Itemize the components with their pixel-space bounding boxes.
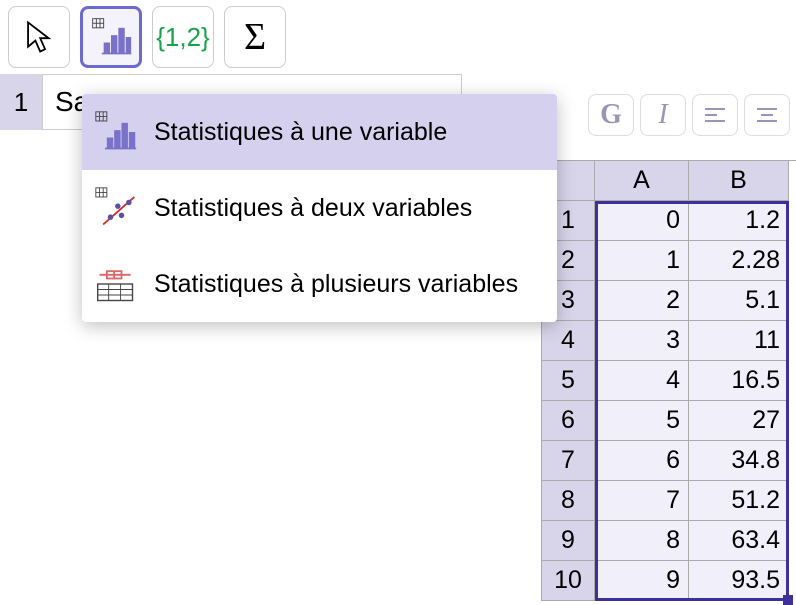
col-header-b[interactable]: B: [689, 161, 789, 201]
table-row: 6 5 27: [542, 401, 796, 441]
format-bar: G I: [588, 94, 796, 136]
table-row: 9 8 63.4: [542, 521, 796, 561]
table-row: 2 1 2.28: [542, 241, 796, 281]
table-row: 3 2 5.1: [542, 281, 796, 321]
cell[interactable]: 0: [595, 201, 689, 241]
cell[interactable]: 27: [689, 401, 789, 441]
curly-braces-icon: {1,2}: [156, 22, 210, 53]
menu-item-multi-variables[interactable]: Statistiques à plusieurs variables: [82, 246, 557, 322]
stats-dropdown: Statistiques à une variable Statistiques…: [82, 94, 557, 322]
cell[interactable]: 2: [595, 281, 689, 321]
row-index: 1: [0, 74, 42, 130]
menu-item-label: Statistiques à plusieurs variables: [154, 270, 518, 299]
table-row: 10 9 93.5: [542, 561, 796, 601]
row-header[interactable]: 4: [542, 321, 595, 361]
cell[interactable]: 3: [595, 321, 689, 361]
menu-item-two-variables[interactable]: Statistiques à deux variables: [82, 170, 557, 246]
align-left-icon: [703, 105, 727, 125]
menu-item-label: Statistiques à deux variables: [154, 194, 472, 223]
cell[interactable]: 1: [595, 241, 689, 281]
cell[interactable]: 51.2: [689, 481, 789, 521]
cell[interactable]: 63.4: [689, 521, 789, 561]
table-row: 1 0 1.2: [542, 201, 796, 241]
multi-variables-icon: [92, 260, 140, 308]
row-header[interactable]: 5: [542, 361, 595, 401]
col-header-a[interactable]: A: [595, 161, 689, 201]
row-header[interactable]: 9: [542, 521, 595, 561]
one-variable-icon: [92, 108, 140, 156]
row-header[interactable]: 10: [542, 561, 595, 601]
table-row: 7 6 34.8: [542, 441, 796, 481]
cell[interactable]: 93.5: [689, 561, 789, 601]
table-row: 5 4 16.5: [542, 361, 796, 401]
header-row: A B: [542, 161, 796, 201]
row-header[interactable]: 8: [542, 481, 595, 521]
cell[interactable]: 7: [595, 481, 689, 521]
move-tool-button[interactable]: [8, 6, 70, 68]
row-header[interactable]: 7: [542, 441, 595, 481]
menu-item-one-variable[interactable]: Statistiques à une variable: [82, 94, 557, 170]
cell[interactable]: 1.2: [689, 201, 789, 241]
cell[interactable]: 8: [595, 521, 689, 561]
cell[interactable]: 5.1: [689, 281, 789, 321]
fill-handle[interactable]: [783, 595, 793, 605]
cell[interactable]: 4: [595, 361, 689, 401]
cell[interactable]: 16.5: [689, 361, 789, 401]
italic-button[interactable]: I: [640, 94, 686, 136]
cell[interactable]: 11: [689, 321, 789, 361]
list-tool-button[interactable]: {1,2}: [152, 6, 214, 68]
menu-item-label: Statistiques à une variable: [154, 118, 447, 147]
two-variables-icon: [92, 184, 140, 232]
stats-chart-button[interactable]: [80, 6, 142, 68]
cursor-icon: [24, 20, 54, 54]
bold-button[interactable]: G: [588, 94, 634, 136]
sigma-icon: Σ: [244, 15, 266, 59]
toolbar: {1,2} Σ: [0, 0, 796, 74]
bar-chart-icon: [89, 15, 133, 59]
align-left-button[interactable]: [692, 94, 738, 136]
cell[interactable]: 9: [595, 561, 689, 601]
sum-tool-button[interactable]: Σ: [224, 6, 286, 68]
align-center-button[interactable]: [744, 94, 790, 136]
spreadsheet: A B 1 0 1.2 2 1 2.28 3 2 5.1 4 3 11 5 4 …: [541, 160, 796, 601]
align-center-icon: [755, 105, 779, 125]
cell[interactable]: 6: [595, 441, 689, 481]
table-row: 8 7 51.2: [542, 481, 796, 521]
cell[interactable]: 34.8: [689, 441, 789, 481]
cell[interactable]: 2.28: [689, 241, 789, 281]
table-row: 4 3 11: [542, 321, 796, 361]
row-header[interactable]: 6: [542, 401, 595, 441]
cell[interactable]: 5: [595, 401, 689, 441]
